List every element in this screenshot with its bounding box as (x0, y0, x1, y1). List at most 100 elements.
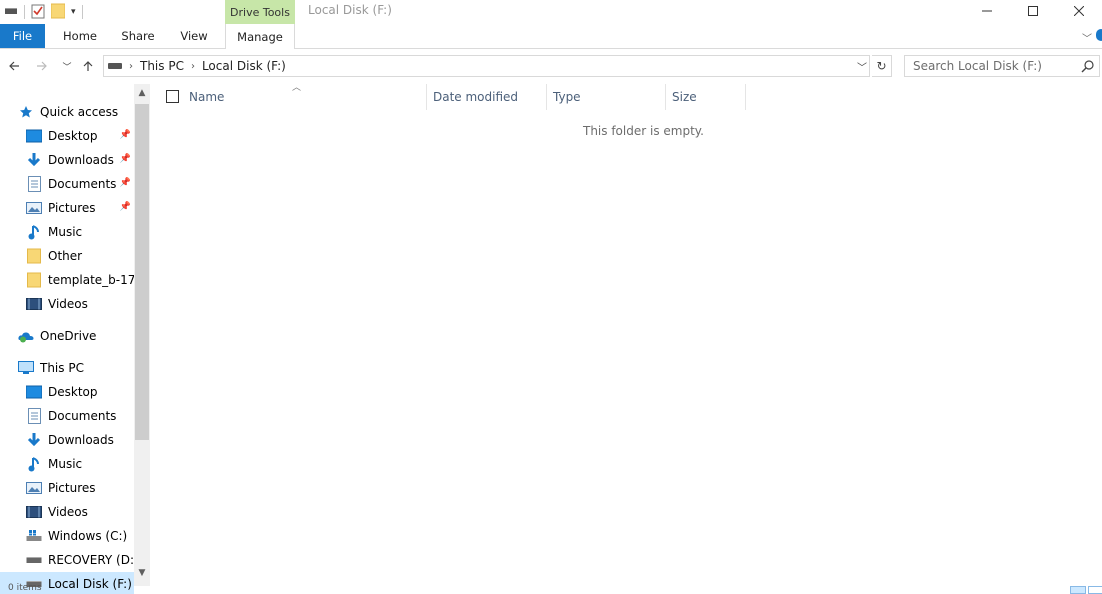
search-input[interactable] (913, 56, 1083, 76)
refresh-button[interactable]: ↻ (872, 55, 892, 77)
navigation-pane-scrollbar[interactable]: ▲ ▼ (134, 84, 150, 586)
breadcrumb-this-pc[interactable]: This PC (140, 59, 184, 73)
nav-onedrive[interactable]: OneDrive (0, 324, 134, 348)
nav-qa-pictures[interactable]: Pictures 📌 (0, 196, 134, 220)
tab-manage[interactable]: Manage (225, 24, 295, 49)
nav-this-pc[interactable]: This PC (0, 356, 134, 380)
nav-pc-downloads[interactable]: Downloads (0, 428, 134, 452)
maximize-button[interactable] (1010, 0, 1056, 22)
nav-qa-downloads[interactable]: Downloads 📌 (0, 148, 134, 172)
nav-item-label: Other (48, 249, 83, 263)
large-icons-view-button[interactable] (1088, 586, 1102, 594)
nav-qa-desktop[interactable]: Desktop 📌 (0, 124, 134, 148)
nav-item-label: RECOVERY (D:) (48, 553, 134, 567)
desktop-icon (26, 384, 42, 400)
back-arrow-icon (9, 61, 19, 71)
nav-qa-music[interactable]: Music (0, 220, 134, 244)
details-view-button[interactable] (1070, 586, 1086, 594)
nav-item-label: Pictures (48, 201, 96, 215)
tab-home[interactable]: Home (52, 24, 108, 48)
pin-icon[interactable]: 📌 (120, 154, 131, 164)
address-bar[interactable]: › This PC › Local Disk (F:) ﹀ (103, 55, 870, 77)
nav-quick-access[interactable]: Quick access (0, 100, 134, 124)
search-box[interactable] (904, 55, 1100, 77)
pin-icon[interactable]: 📌 (120, 178, 131, 188)
column-header-name[interactable]: Name (183, 84, 427, 110)
documents-icon (26, 176, 42, 192)
column-header-type[interactable]: Type (547, 84, 666, 110)
help-icon[interactable] (1096, 29, 1102, 41)
nav-pc-music[interactable]: Music (0, 452, 134, 476)
nav-item-label: Videos (48, 505, 88, 519)
downloads-icon (26, 152, 42, 168)
close-button[interactable] (1056, 0, 1102, 22)
tab-share[interactable]: Share (112, 24, 164, 48)
scroll-down-icon[interactable]: ▼ (134, 568, 150, 582)
nav-item-label: Pictures (48, 481, 96, 495)
context-tab-group-label: Drive Tools (225, 0, 295, 24)
item-count: 0 items (8, 583, 42, 593)
qat-separator (24, 5, 25, 19)
column-header-date-modified[interactable]: Date modified (427, 84, 547, 110)
nav-pc-pictures[interactable]: Pictures (0, 476, 134, 500)
sort-ascending-icon: ︿ (292, 83, 302, 93)
nav-pc-videos[interactable]: Videos (0, 500, 134, 524)
nav-item-label: Music (48, 225, 83, 239)
breadcrumb-local-disk[interactable]: Local Disk (F:) (202, 59, 286, 73)
tab-view[interactable]: View (170, 24, 218, 48)
nav-pc-recovery-d[interactable]: RECOVERY (D:) (0, 548, 134, 572)
pictures-icon (26, 200, 42, 216)
search-icon[interactable] (1081, 59, 1095, 73)
pictures-icon (26, 480, 42, 496)
onedrive-icon (18, 328, 34, 344)
nav-qa-other[interactable]: Other (0, 244, 134, 268)
nav-quick-access-label: Quick access (40, 105, 119, 119)
new-folder-icon[interactable] (50, 3, 66, 22)
nav-qa-videos[interactable]: Videos (0, 292, 134, 316)
nav-pc-desktop[interactable]: Desktop (0, 380, 134, 404)
nav-pc-windows-c[interactable]: Windows (C:) (0, 524, 134, 548)
drive-icon (26, 552, 42, 568)
navigation-pane: Quick access Desktop 📌 Downloads 📌 Docum… (0, 84, 150, 594)
forward-arrow-icon (37, 61, 47, 71)
nav-item-label: Music (48, 457, 83, 471)
nav-this-pc-label: This PC (40, 361, 84, 375)
select-all-checkbox[interactable] (166, 90, 179, 103)
column-header-size[interactable]: Size (666, 84, 746, 110)
minimize-button[interactable] (964, 0, 1010, 22)
properties-icon[interactable] (31, 3, 45, 22)
empty-folder-message: This folder is empty. (583, 124, 704, 138)
nav-item-label: Windows (C:) (48, 529, 128, 543)
tab-file[interactable]: File (0, 24, 45, 48)
nav-pc-documents[interactable]: Documents (0, 404, 134, 428)
nav-qa-documents[interactable]: Documents 📌 (0, 172, 134, 196)
nav-qa-template[interactable]: template_b-17e_ (0, 268, 134, 292)
breadcrumb-separator-icon[interactable]: › (129, 61, 133, 72)
pin-icon[interactable]: 📌 (120, 130, 131, 140)
music-icon (26, 456, 42, 472)
breadcrumb-separator-icon[interactable]: › (191, 61, 195, 72)
scrollbar-thumb[interactable] (135, 104, 149, 440)
folder-icon (26, 248, 42, 264)
scroll-up-icon[interactable]: ▲ (134, 88, 150, 102)
videos-icon (26, 296, 42, 312)
title-bar: ▾ Drive Tools Local Disk (F:) (0, 0, 1102, 24)
up-arrow-icon (83, 61, 93, 71)
forward-button[interactable] (33, 56, 51, 76)
expand-ribbon-icon[interactable]: ﹀ (1082, 30, 1092, 45)
ribbon-tabs: File Home Share View Manage ﹀ (0, 24, 1102, 49)
close-icon (1074, 6, 1084, 16)
nav-item-label: Documents (48, 409, 117, 423)
folder-icon (26, 272, 42, 288)
customize-qat-icon[interactable]: ▾ (71, 7, 76, 17)
recent-locations-button[interactable]: ﹀ (58, 56, 76, 76)
drive-icon (4, 5, 18, 19)
star-icon (18, 104, 34, 120)
windows-drive-icon (26, 528, 42, 544)
computer-icon (18, 360, 34, 376)
address-dropdown-icon[interactable]: ﹀ (857, 59, 867, 74)
up-button[interactable] (79, 56, 97, 76)
back-button[interactable] (5, 56, 23, 76)
pin-icon[interactable]: 📌 (120, 202, 131, 212)
drive-icon (108, 63, 122, 69)
